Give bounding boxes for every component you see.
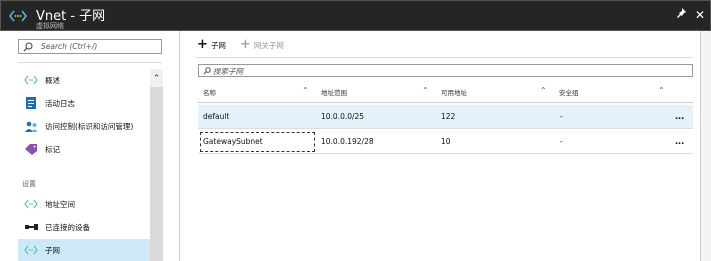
sidebar-item-tags[interactable]: 标记	[18, 138, 150, 160]
tag-icon	[24, 143, 38, 155]
sort-icon[interactable]: ⌃	[658, 86, 665, 95]
column-header-security-group[interactable]: 安全组	[559, 87, 579, 97]
search-icon	[203, 67, 211, 75]
sidebar-item-subnets[interactable]: 子网	[18, 239, 150, 261]
sidebar-item-label: 子网	[45, 245, 60, 255]
sort-icon[interactable]: ⌃	[540, 86, 547, 95]
add-subnet-label: 子网	[210, 40, 226, 50]
activity-log-icon	[24, 97, 38, 109]
search-placeholder: Search (Ctrl+/)	[41, 42, 98, 51]
column-header-address-range[interactable]: 地址范围	[321, 87, 347, 97]
device-icon	[24, 221, 38, 233]
sidebar-item-label: 活动日志	[45, 98, 75, 108]
section-label-settings: 设置	[22, 180, 36, 188]
address-range: 10.0.0.0/25	[321, 112, 365, 121]
address-range: 10.0.0.192/28	[321, 137, 374, 146]
sidebar-item-overview[interactable]: 概述	[18, 69, 150, 91]
sidebar-item-iam[interactable]: 访问控制(标识和访问管理)	[18, 115, 150, 137]
network-icon	[24, 74, 38, 86]
search-icon	[23, 42, 33, 52]
available-addresses: 122	[441, 112, 456, 121]
sidebar-item-label: 地址空间	[45, 199, 75, 209]
plus-icon: +	[240, 37, 251, 52]
close-icon[interactable]: ✕	[693, 8, 707, 22]
vnet-icon	[9, 10, 27, 22]
sidebar-scrollbar[interactable]	[150, 69, 163, 261]
more-options-icon[interactable]: ...	[675, 110, 684, 122]
sidebar-item-label: 概述	[45, 75, 60, 85]
pin-icon[interactable]	[674, 8, 688, 22]
available-addresses: 10	[441, 137, 451, 146]
table-row[interactable]: GatewaySubnet 10.0.0.192/28 10 - ...	[198, 130, 693, 154]
subnet-name[interactable]: GatewaySubnet	[203, 137, 263, 146]
network-icon	[24, 198, 38, 210]
main-content: + 子网 + 网关子网 搜索子网 名称 ⌃ 地址范围 ⌃ 可用地址 ⌃ 安全组 …	[181, 31, 711, 261]
security-group: -	[560, 112, 563, 121]
column-header-available-addresses[interactable]: 可用地址	[441, 87, 467, 97]
add-gateway-subnet-button[interactable]: + 网关子网	[240, 37, 284, 52]
filter-input[interactable]: 搜索子网	[198, 64, 693, 77]
column-header-name[interactable]: 名称	[203, 87, 216, 97]
divider	[18, 62, 162, 63]
sidebar-item-activity-log[interactable]: 活动日志	[18, 92, 150, 114]
search-input[interactable]: Search (Ctrl+/)	[18, 39, 162, 54]
add-subnet-button[interactable]: + 子网	[197, 37, 226, 52]
filter-placeholder: 搜索子网	[213, 67, 243, 76]
main-scrollbar[interactable]	[700, 31, 711, 261]
scroll-up-icon[interactable]: ⌃	[150, 69, 163, 87]
divider	[196, 57, 693, 58]
sort-icon[interactable]: ⌃	[302, 86, 309, 95]
iam-icon	[24, 120, 38, 132]
page-subtitle: 虚拟网络	[36, 22, 64, 30]
subnet-name[interactable]: default	[203, 112, 229, 121]
blade-header: Vnet - 子网 虚拟网络 ✕	[0, 0, 711, 31]
sidebar-item-label: 标记	[45, 144, 60, 154]
more-options-icon[interactable]: ...	[675, 135, 684, 147]
sidebar-item-address-space[interactable]: 地址空间	[18, 193, 150, 215]
sort-icon[interactable]: ⌃	[422, 86, 429, 95]
divider	[198, 102, 693, 103]
sidebar-item-label: 已连接的设备	[45, 222, 90, 232]
plus-icon: +	[197, 37, 208, 52]
security-group: -	[560, 137, 563, 146]
network-icon	[24, 244, 38, 256]
add-gateway-subnet-label: 网关子网	[253, 40, 284, 50]
sidebar: Search (Ctrl+/) 概述 活动日志 访问控制(标识和访问管理) 标记…	[0, 31, 180, 261]
sidebar-item-connected-devices[interactable]: 已连接的设备	[18, 216, 150, 238]
sidebar-item-label: 访问控制(标识和访问管理)	[45, 121, 134, 131]
table-row[interactable]: default 10.0.0.0/25 122 - ...	[198, 105, 693, 129]
